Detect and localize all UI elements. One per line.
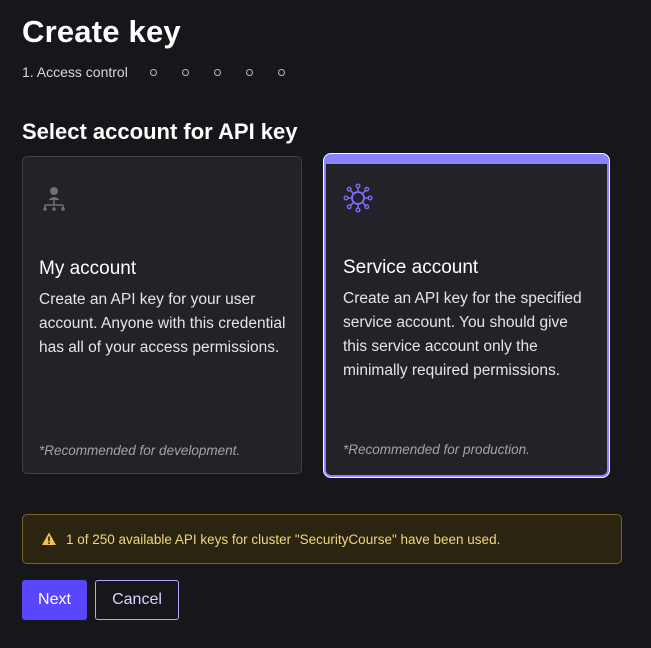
service-account-description: Create an API key for the specified serv… xyxy=(343,290,582,379)
api-key-usage-alert: 1 of 250 available API keys for cluster … xyxy=(22,514,622,564)
service-network-icon xyxy=(343,183,373,213)
stepper-dot-6 xyxy=(277,68,285,76)
stepper: 1. Access control xyxy=(22,64,310,80)
stepper-dots xyxy=(149,68,310,76)
warning-icon xyxy=(41,531,57,547)
stepper-current-step: 1. Access control xyxy=(22,64,128,80)
my-account-card[interactable]: My account Create an API key for your us… xyxy=(22,156,302,474)
create-key-page: Create key 1. Access control Select acco… xyxy=(0,0,651,648)
service-account-title: Service account xyxy=(343,257,479,278)
alert-text: 1 of 250 available API keys for cluster … xyxy=(66,531,501,547)
section-heading: Select account for API key xyxy=(22,119,298,144)
stepper-dot-2 xyxy=(149,68,157,76)
page-title: Create key xyxy=(22,14,181,49)
service-account-card[interactable]: Service account Create an API key for th… xyxy=(324,154,609,477)
next-button[interactable]: Next xyxy=(22,580,87,620)
cancel-button[interactable]: Cancel xyxy=(95,580,179,620)
my-account-title: My account xyxy=(39,258,137,279)
stepper-dot-4 xyxy=(213,68,221,76)
my-account-description: Create an API key for your user account.… xyxy=(39,291,286,356)
my-account-note: *Recommended for development. xyxy=(39,443,241,458)
user-network-icon xyxy=(39,183,69,213)
stepper-dot-5 xyxy=(245,68,253,76)
stepper-dot-3 xyxy=(181,68,189,76)
service-account-note: *Recommended for production. xyxy=(343,442,530,457)
